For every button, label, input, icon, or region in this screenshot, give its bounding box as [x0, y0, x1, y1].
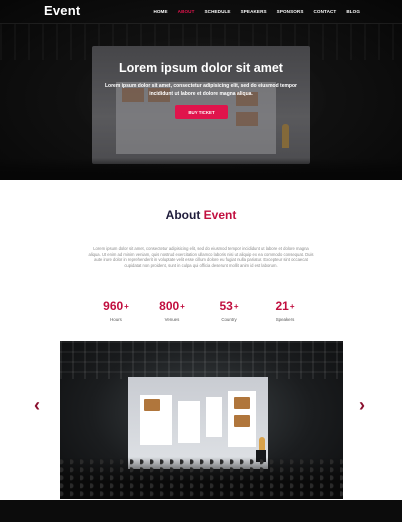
- audience-silhouette: [60, 457, 343, 499]
- stat-value: 53+: [199, 299, 259, 313]
- stat-number: 960: [103, 299, 124, 313]
- nav-item-home[interactable]: HOME: [153, 9, 167, 14]
- stat-number: 800: [159, 299, 180, 313]
- stat-number: 53: [219, 299, 233, 313]
- chevron-right-icon[interactable]: ›: [359, 396, 365, 414]
- screen-food-thumb: [234, 397, 250, 409]
- stat-label: Hours: [110, 317, 122, 322]
- nav-item-contact[interactable]: CONTACT: [314, 9, 337, 14]
- stat-label: Country: [221, 317, 237, 322]
- hero-subtitle: Lorem ipsum dolor sit amet, consectetur …: [105, 83, 297, 97]
- stat-suffix: +: [233, 302, 239, 311]
- screen-food-thumb: [234, 415, 250, 427]
- stat-value: 800+: [142, 299, 202, 313]
- stat-number: 21: [275, 299, 289, 313]
- about-heading: About Event: [0, 208, 402, 222]
- nav-item-schedule[interactable]: SCHEDULE: [205, 9, 231, 14]
- stat-label: Venues: [164, 317, 180, 322]
- top-navbar: Event HOME ABOUT SCHEDULE SPEAKERS SPONS…: [0, 0, 402, 24]
- nav-item-about[interactable]: ABOUT: [178, 9, 195, 14]
- buy-ticket-button[interactable]: BUY TICKET: [175, 105, 228, 119]
- stat-label: Speakers: [275, 317, 295, 322]
- chevron-left-icon[interactable]: ‹: [34, 396, 40, 414]
- nav-item-sponsors[interactable]: SPONSORS: [277, 9, 304, 14]
- screen-panel: [206, 397, 222, 437]
- next-section-strip: [0, 500, 402, 522]
- stat-speakers: 21+ Speakers: [255, 299, 315, 322]
- screen-panel: [178, 401, 200, 443]
- stat-value: 960+: [86, 299, 146, 313]
- about-paragraph: Lorem ipsum dolor sit amet, consectetur …: [88, 246, 314, 268]
- stat-country: 53+ Country: [199, 299, 259, 322]
- event-photo-carousel: [60, 341, 343, 499]
- stat-value: 21+: [255, 299, 315, 313]
- about-heading-accent: Event: [203, 208, 237, 222]
- main-nav: HOME ABOUT SCHEDULE SPEAKERS SPONSORS CO…: [153, 9, 360, 14]
- site-logo[interactable]: Event: [44, 3, 80, 18]
- nav-item-blog[interactable]: BLOG: [346, 9, 360, 14]
- hero-title: Lorem ipsum dolor sit amet: [119, 61, 283, 75]
- stage-screen-image: [128, 377, 268, 469]
- stat-venues: 800+ Venues: [142, 299, 202, 322]
- stat-hours: 960+ Hours: [86, 299, 146, 322]
- about-heading-prefix: About: [165, 208, 201, 222]
- stat-suffix: +: [124, 302, 129, 311]
- nav-item-speakers[interactable]: SPEAKERS: [241, 9, 267, 14]
- screen-food-thumb: [144, 399, 160, 411]
- hero-section: Event HOME ABOUT SCHEDULE SPEAKERS SPONS…: [0, 0, 402, 180]
- stage-truss: [60, 341, 343, 379]
- stat-suffix: +: [180, 302, 185, 311]
- stat-suffix: +: [289, 302, 295, 311]
